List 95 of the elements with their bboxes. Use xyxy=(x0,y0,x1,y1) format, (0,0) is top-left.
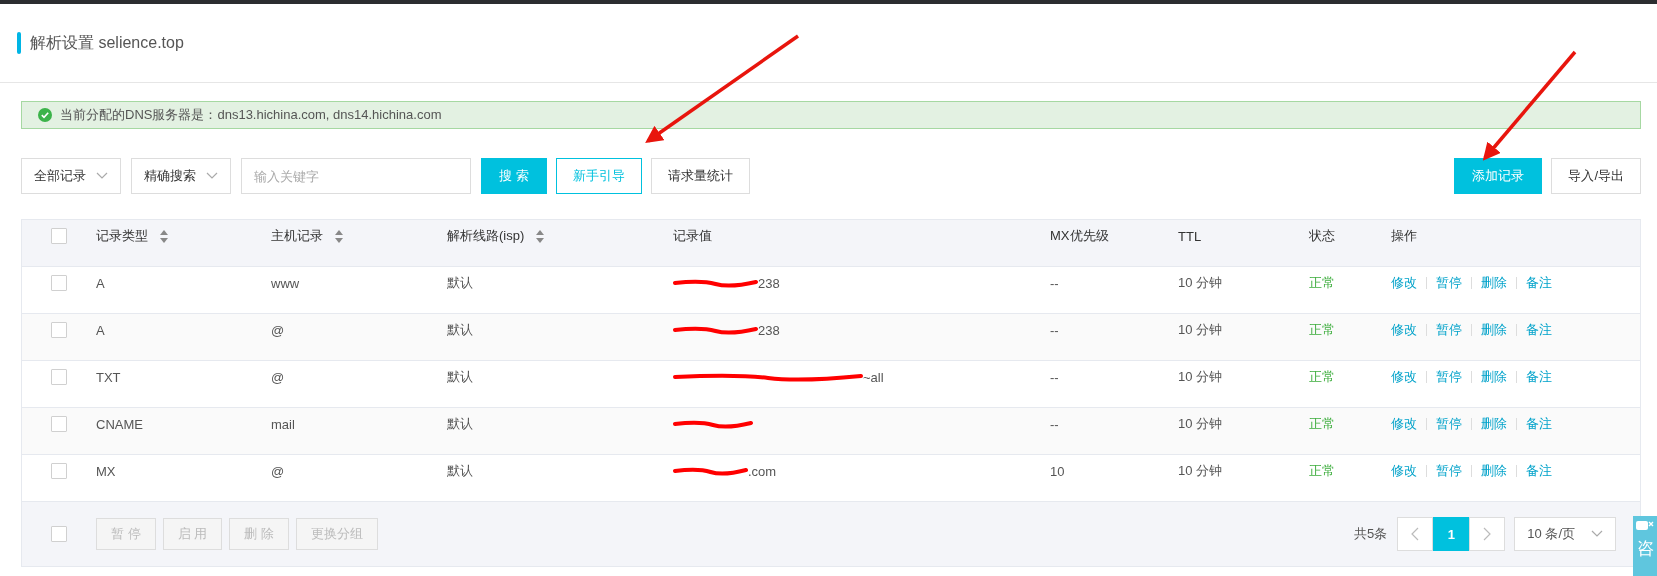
checkbox[interactable] xyxy=(51,526,67,542)
total-count: 共5条 xyxy=(1354,525,1388,543)
mx-priority: -- xyxy=(1050,416,1059,432)
record-type: A xyxy=(96,275,105,291)
chevron-down-icon xyxy=(96,172,108,180)
column-header[interactable]: 解析线路(isp) xyxy=(447,227,525,245)
search-field[interactable]: 输入关键字 xyxy=(241,158,471,194)
status-text: 正常 xyxy=(1309,462,1335,480)
checkbox[interactable] xyxy=(51,228,67,244)
action-link[interactable]: 修改 xyxy=(1391,462,1417,480)
column-header: 记录值 xyxy=(673,227,712,245)
title-accent-bar xyxy=(17,32,21,54)
record-type: TXT xyxy=(96,369,121,385)
record-value: 238 xyxy=(758,275,780,291)
sort-icon[interactable] xyxy=(536,229,545,243)
record-type: CNAME xyxy=(96,416,143,432)
chevron-down-icon xyxy=(1591,530,1603,538)
toolbar-button[interactable]: 导入/导出 xyxy=(1551,158,1641,194)
checkbox[interactable] xyxy=(51,275,67,291)
mx-priority: -- xyxy=(1050,275,1059,291)
primary-button[interactable]: 搜 索 xyxy=(481,158,547,194)
action-link[interactable]: 暂停 xyxy=(1436,415,1462,433)
checkbox[interactable] xyxy=(51,369,67,385)
column-header: 操作 xyxy=(1391,227,1417,245)
filter-dropdown[interactable]: 精确搜索 xyxy=(131,158,231,194)
resolution-line: 默认 xyxy=(447,321,473,339)
action-link[interactable]: 暂停 xyxy=(1436,274,1462,292)
action-link[interactable]: 删除 xyxy=(1481,368,1507,386)
record-value: ~all xyxy=(863,369,884,385)
page-button[interactable]: 1 xyxy=(1433,517,1470,551)
page-size-dropdown[interactable]: 10 条/页 xyxy=(1514,517,1616,551)
checkbox[interactable] xyxy=(51,416,67,432)
ttl-value: 10 分钟 xyxy=(1178,368,1223,386)
ttl-value: 10 分钟 xyxy=(1178,415,1223,433)
check-circle-icon xyxy=(38,108,52,122)
resolution-line: 默认 xyxy=(447,274,473,292)
chat-icon xyxy=(1636,520,1654,532)
record-value: 238 xyxy=(758,322,780,338)
host-record: @ xyxy=(271,369,285,385)
page-title: 解析设置 selience.top xyxy=(30,32,184,53)
checkbox[interactable] xyxy=(51,463,67,479)
next-page-button[interactable] xyxy=(1469,517,1506,551)
ttl-value: 10 分钟 xyxy=(1178,462,1223,480)
action-link[interactable]: 修改 xyxy=(1391,274,1417,292)
status-text: 正常 xyxy=(1309,415,1335,433)
column-header[interactable]: 主机记录 xyxy=(271,227,323,245)
primary-button[interactable]: 添加记录 xyxy=(1454,158,1543,194)
toolbar-button[interactable]: 请求量统计 xyxy=(650,158,750,194)
record-type: MX xyxy=(96,463,116,479)
mx-priority: -- xyxy=(1050,322,1059,338)
action-link[interactable]: 暂停 xyxy=(1436,462,1462,480)
column-header: TTL xyxy=(1178,228,1202,244)
action-link[interactable]: 修改 xyxy=(1391,321,1417,339)
column-header: MX优先级 xyxy=(1050,227,1109,245)
action-link[interactable]: 修改 xyxy=(1391,368,1417,386)
action-link[interactable]: 删除 xyxy=(1481,462,1507,480)
action-link[interactable]: 备注 xyxy=(1526,274,1552,292)
status-text: 正常 xyxy=(1309,321,1335,339)
host-record: @ xyxy=(271,463,285,479)
action-link[interactable]: 删除 xyxy=(1481,321,1507,339)
filter-dropdown[interactable]: 全部记录 xyxy=(21,158,121,194)
host-record: www xyxy=(271,275,300,291)
action-link[interactable]: 删除 xyxy=(1481,415,1507,433)
resolution-line: 默认 xyxy=(447,415,473,433)
chevron-left-icon xyxy=(1411,527,1420,541)
action-link[interactable]: 备注 xyxy=(1526,462,1552,480)
action-link[interactable]: 备注 xyxy=(1526,368,1552,386)
host-record: @ xyxy=(271,322,285,338)
record-type: A xyxy=(96,322,105,338)
action-link[interactable]: 备注 xyxy=(1526,415,1552,433)
column-header: 状态 xyxy=(1309,227,1335,245)
mx-priority: 10 xyxy=(1050,463,1065,479)
checkbox[interactable] xyxy=(51,322,67,338)
action-link[interactable]: 备注 xyxy=(1526,321,1552,339)
ttl-value: 10 分钟 xyxy=(1178,274,1223,292)
resolution-line: 默认 xyxy=(447,462,473,480)
mx-priority: -- xyxy=(1050,369,1059,385)
status-text: 正常 xyxy=(1309,274,1335,292)
toolbar-button[interactable]: 新手引导 xyxy=(555,158,642,194)
action-link[interactable]: 暂停 xyxy=(1436,368,1462,386)
host-record: mail xyxy=(271,416,295,432)
action-link[interactable]: 删除 xyxy=(1481,274,1507,292)
previous-page-button[interactable] xyxy=(1397,517,1434,551)
sort-icon[interactable] xyxy=(335,229,343,243)
status-text: 正常 xyxy=(1309,368,1335,386)
sort-icon[interactable] xyxy=(160,229,168,243)
chevron-down-icon xyxy=(206,172,218,180)
ttl-value: 10 分钟 xyxy=(1178,321,1223,339)
action-link[interactable]: 暂停 xyxy=(1436,321,1462,339)
chevron-right-icon xyxy=(1483,527,1492,541)
dns-server-notice: 当前分配的DNS服务器是：dns13.hichina.com, dns14.hichina.com xyxy=(60,106,442,124)
resolution-line: 默认 xyxy=(447,368,473,386)
action-link[interactable]: 修改 xyxy=(1391,415,1417,433)
column-header[interactable]: 记录类型 xyxy=(96,227,148,245)
record-value: .com xyxy=(748,463,777,479)
